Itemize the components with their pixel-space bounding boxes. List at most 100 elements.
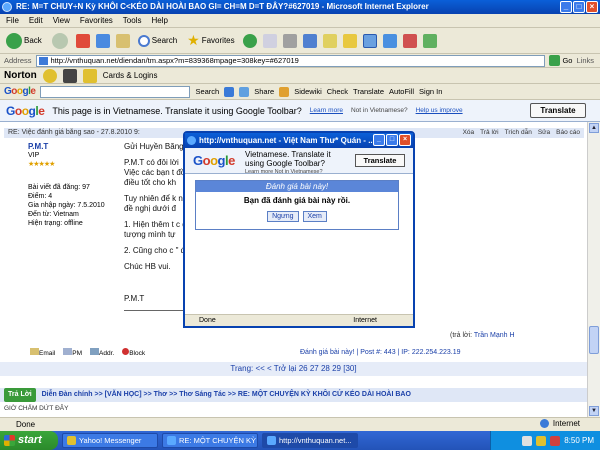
google-search-input[interactable]: [40, 85, 191, 98]
tray-icon[interactable]: [550, 435, 561, 446]
standard-toolbar: Back Search ★ Favorites: [0, 28, 600, 54]
mail-icon[interactable]: [262, 33, 277, 48]
learn-more-link[interactable]: Learn more: [310, 107, 343, 114]
breadcrumb-path[interactable]: Diễn Đàn chính >> [VĂN HỌC] >> Thơ >> Th…: [42, 391, 411, 398]
delete-post-button[interactable]: Xóa: [463, 128, 475, 138]
popup-body: Đánh giá bài này! Bạn đã đánh giá bài nà…: [185, 174, 413, 314]
google-extra-icon[interactable]: [239, 86, 250, 97]
email-button[interactable]: Email: [30, 348, 55, 357]
folder-icon[interactable]: [342, 33, 357, 48]
menu-file[interactable]: File: [6, 16, 19, 25]
menu-favorites[interactable]: Favorites: [80, 16, 113, 25]
popup-close-button[interactable]: ×: [399, 134, 411, 146]
menu-view[interactable]: View: [53, 16, 70, 25]
popup-translate-line: using Google Toolbar?: [245, 159, 325, 168]
toolbar-extra-icon[interactable]: [402, 33, 417, 48]
norton-logo[interactable]: Norton: [4, 70, 37, 81]
edit-icon[interactable]: [302, 33, 317, 48]
research-icon[interactable]: [362, 33, 377, 48]
scroll-down-icon[interactable]: ▼: [589, 406, 599, 416]
favorites-button[interactable]: ★ Favorites: [185, 31, 236, 51]
tray-icon[interactable]: [522, 435, 533, 446]
popup-translate-button[interactable]: Translate: [355, 154, 405, 167]
popup-title-bar: http://vnthuquan.net - Việt Nam Thư* Quá…: [185, 133, 413, 148]
check-button[interactable]: Check: [327, 87, 348, 96]
search-icon: [137, 34, 150, 47]
toolbar-extra2-icon[interactable]: [422, 33, 437, 48]
address-label: Address: [4, 56, 32, 65]
home-icon[interactable]: [115, 33, 130, 48]
stop-icon[interactable]: [75, 33, 90, 48]
translate-button-toolbar[interactable]: Translate: [353, 87, 384, 96]
user-stat: Điểm: 4: [28, 193, 53, 200]
reply-button[interactable]: Trả Lời: [4, 388, 36, 402]
reply-post-button[interactable]: Trả lời: [480, 128, 498, 138]
pm-button[interactable]: PM: [63, 348, 82, 357]
forward-button[interactable]: [50, 31, 70, 51]
cards-logins-button[interactable]: Cards & Logins: [103, 71, 158, 80]
globe-icon: [539, 419, 549, 428]
menu-bar: File Edit View Favorites Tools Help: [0, 14, 600, 28]
start-button[interactable]: start: [0, 431, 58, 450]
search-button[interactable]: Search: [136, 31, 179, 51]
print-icon[interactable]: [282, 33, 297, 48]
autofill-button[interactable]: AutoFill: [389, 87, 414, 96]
norton-safe-icon[interactable]: [62, 68, 77, 83]
popup-maximize-button[interactable]: □: [386, 134, 398, 146]
back-button[interactable]: Back: [4, 31, 44, 51]
user-stat: Đến từ: Vietnam: [28, 211, 79, 218]
maximize-button[interactable]: □: [573, 1, 585, 13]
menu-help[interactable]: Help: [151, 16, 167, 25]
address-input[interactable]: http://vnthuquan.net/diendan/tm.aspx?m=8…: [35, 54, 546, 67]
messenger-icon[interactable]: [322, 33, 337, 48]
security-zone: Internet: [539, 419, 580, 428]
sidewiki-button[interactable]: Sidewiki: [294, 87, 322, 96]
minimize-button[interactable]: _: [560, 1, 572, 13]
scroll-up-icon[interactable]: ▲: [589, 123, 599, 133]
menu-edit[interactable]: Edit: [29, 16, 43, 25]
translate-button[interactable]: Translate: [530, 103, 586, 118]
google-icon[interactable]: [224, 86, 235, 97]
tray-icon[interactable]: [536, 435, 547, 446]
replied-by-link[interactable]: Trần Mạnh H: [474, 332, 515, 339]
google-toolbar: Google Search Share Sidewiki Check Trans…: [0, 84, 600, 100]
share-button[interactable]: Share: [254, 87, 274, 96]
help-improve-link[interactable]: Help us improve: [416, 107, 463, 114]
go-button[interactable]: Go: [549, 55, 572, 66]
pagination[interactable]: Trang: << < Trở lại 26 27 28 29 [30]: [0, 362, 587, 376]
clock[interactable]: 8:50 PM: [564, 436, 594, 445]
stop-button[interactable]: Ngưng: [267, 211, 299, 222]
report-post-button[interactable]: Báo cáo: [556, 128, 580, 138]
not-vietnamese-link[interactable]: Not in Vietnamese?: [351, 107, 408, 114]
norton-check-icon[interactable]: [42, 68, 57, 83]
close-button[interactable]: ×: [586, 1, 598, 13]
popup-minimize-button[interactable]: _: [373, 134, 385, 146]
refresh-icon[interactable]: [95, 33, 110, 48]
google-search-button[interactable]: Search: [195, 87, 219, 96]
user-stat: Bài viết đã đăng: 97: [28, 184, 90, 191]
rating-dialog: Đánh giá bài này! Bạn đã đánh giá bài nà…: [195, 180, 399, 230]
google-signin-button[interactable]: Sign In: [419, 87, 442, 96]
address-book-button[interactable]: Addr.: [90, 348, 114, 357]
view-button[interactable]: Xem: [302, 211, 327, 222]
media-icon[interactable]: [242, 33, 257, 48]
bookmark-icon[interactable]: [279, 86, 290, 97]
taskbar-item-ie-main[interactable]: RE: MỘT CHUYỆN KỲ ...: [162, 433, 258, 448]
vertical-scrollbar[interactable]: ▲ ▼: [587, 122, 600, 417]
taskbar-item-yahoo[interactable]: Yahoo! Messenger: [62, 433, 158, 448]
menu-tools[interactable]: Tools: [123, 16, 142, 25]
username-link[interactable]: P.M.T: [28, 142, 110, 151]
user-stat: Hiện trạng: offline: [28, 220, 83, 227]
links-button[interactable]: Links: [576, 56, 594, 65]
block-button[interactable]: Block: [122, 348, 145, 357]
user-info: P.M.T VIP ★★★★★ Bài viết đã đăng: 97 Điể…: [28, 142, 110, 228]
ie-icon: [267, 436, 276, 445]
post-footer-info[interactable]: Đánh giá bài này! | Post #: 443 | IP: 22…: [300, 349, 460, 356]
taskbar-item-ie-popup[interactable]: http://vnthuquan.net...: [262, 433, 358, 448]
scroll-thumb[interactable]: [589, 326, 599, 354]
tool-icon[interactable]: [382, 33, 397, 48]
quote-post-button[interactable]: Trích dẫn: [505, 128, 532, 138]
email-icon: [30, 348, 39, 355]
forward-arrow-icon: [51, 32, 68, 49]
edit-post-button[interactable]: Sửa: [538, 128, 550, 138]
